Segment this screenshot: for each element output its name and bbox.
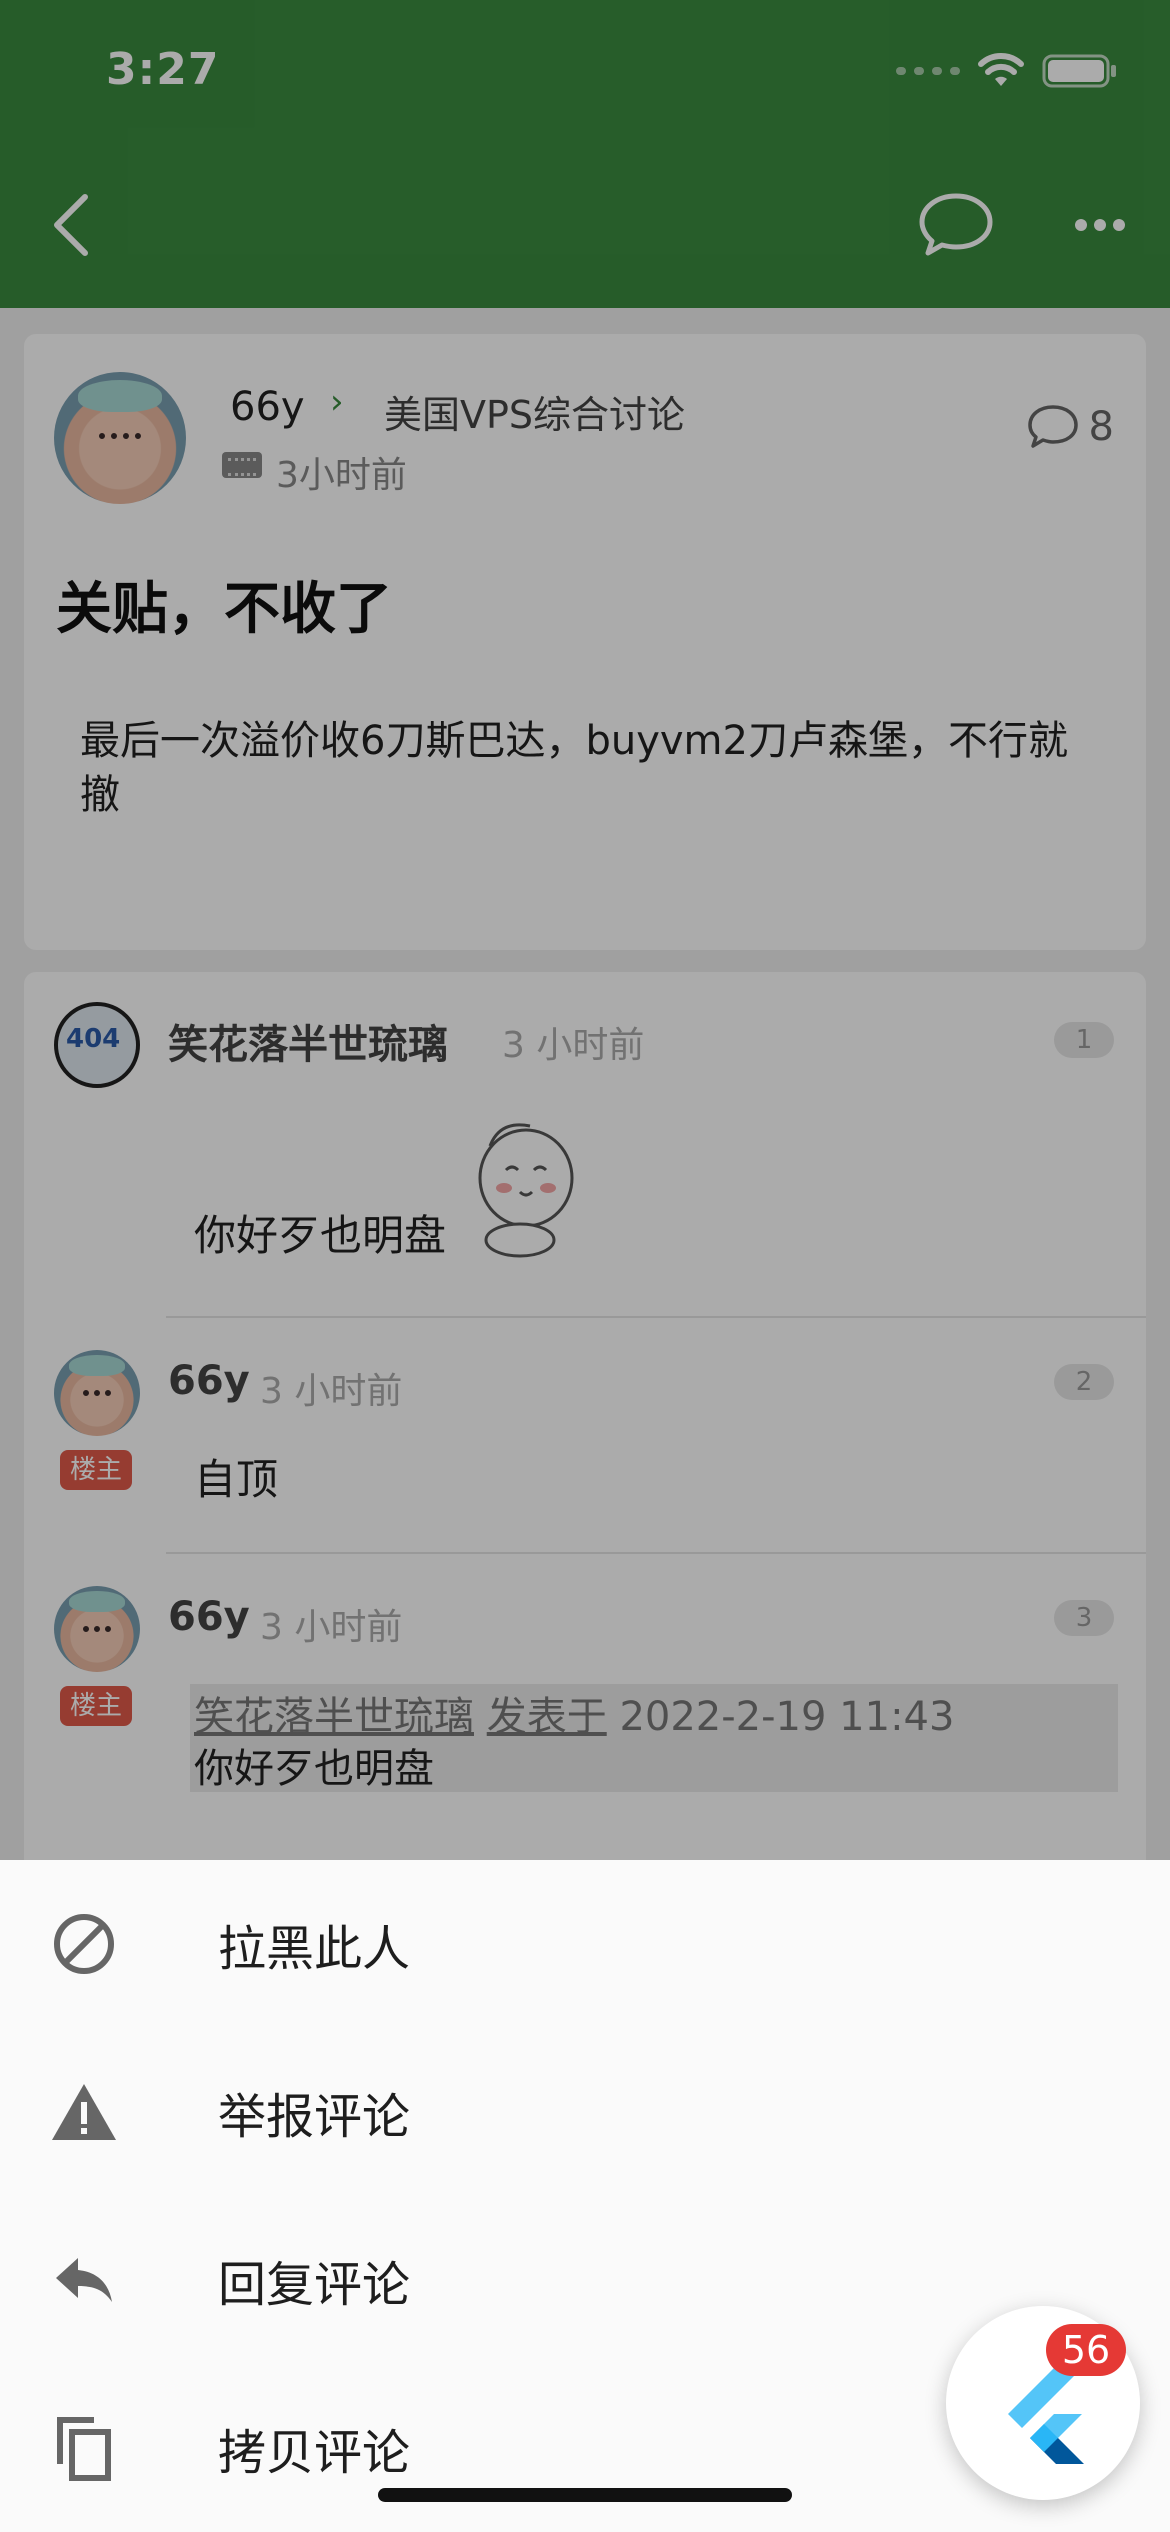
sheet-item-label: 拷贝评论 [218, 2425, 411, 2481]
notification-badge: 56 [1046, 2324, 1126, 2376]
warning-icon [48, 2076, 120, 2148]
screen: 3:27 66y › 美国VPS综合讨论 3小时前 8 关贴，不收了 最后一次溢… [0, 0, 1170, 2532]
flutter-logo-icon [1008, 2368, 1084, 2464]
sheet-item-report[interactable]: 举报评论 [0, 2028, 1170, 2196]
sheet-item-block-user[interactable]: 拉黑此人 [0, 1860, 1170, 2028]
sheet-item-label: 举报评论 [218, 2089, 411, 2145]
sheet-item-label: 回复评论 [218, 2257, 411, 2313]
debug-fab[interactable]: 56 [946, 2306, 1140, 2500]
block-icon [48, 1908, 120, 1980]
copy-icon [48, 2412, 120, 2484]
reply-icon [48, 2244, 120, 2316]
home-indicator[interactable] [378, 2488, 792, 2502]
sheet-item-label: 拉黑此人 [218, 1921, 411, 1977]
